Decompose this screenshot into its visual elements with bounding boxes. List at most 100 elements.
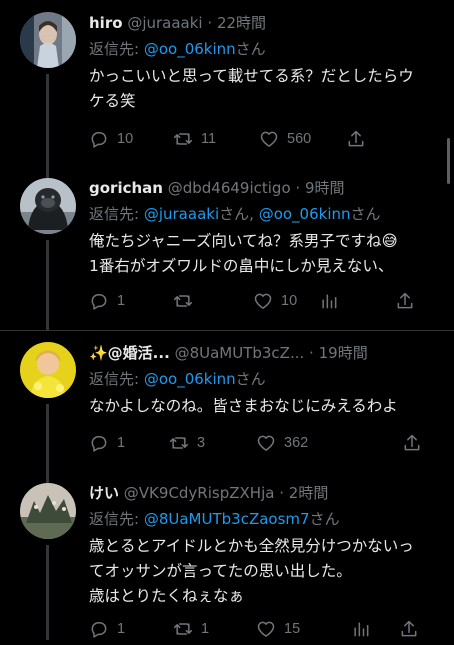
reply-prefix: 返信先:: [89, 40, 140, 58]
separator-dot: ·: [309, 344, 314, 362]
tweet-text-line: ケる笑: [89, 92, 136, 110]
share-icon: [397, 292, 413, 309]
tweet-actions: 1 10: [89, 291, 434, 317]
user-handle[interactable]: @juraaaki: [127, 14, 202, 32]
like-button[interactable]: 362: [256, 433, 308, 453]
like-icon: [260, 131, 278, 147]
retweet-button[interactable]: 11: [173, 129, 216, 149]
reply-suffix: さん: [309, 510, 340, 528]
reply-icon: [91, 294, 107, 310]
reply-suffix: さん: [350, 205, 381, 223]
timestamp[interactable]: 19時間: [319, 344, 368, 362]
reply-context: 返信先: @oo_06kinnさん: [89, 368, 442, 390]
user-handle[interactable]: @8UaMUTb3cZ...: [175, 344, 305, 362]
analytics-icon: [354, 622, 369, 637]
avatar-kei[interactable]: [20, 483, 76, 539]
tweet-hiro[interactable]: hiro @juraaaki · 22時間 返信先: @oo_06kinnさん …: [0, 0, 454, 168]
scrollbar-thumb[interactable]: [447, 138, 450, 184]
tweet-text: なかよしなのね。皆さまおなじにみえるわよ: [89, 394, 442, 419]
analytics-icon: [322, 294, 337, 309]
mention-link[interactable]: @oo_06kinn: [144, 40, 236, 58]
retweet-button[interactable]: [173, 291, 201, 311]
tweet-text-line: てオッサンが言ってたの思い出した。: [89, 562, 352, 580]
thread-line: [46, 240, 49, 330]
mention-link[interactable]: @8UaMUTb3cZaosm7: [144, 510, 310, 528]
separator-dot: ·: [279, 484, 284, 502]
mention-link[interactable]: @juraaaki: [144, 205, 219, 223]
separator-dot: ·: [295, 179, 301, 197]
retweet-count: 1: [201, 621, 210, 637]
tweet-header: hiro @juraaaki · 22時間: [89, 12, 442, 34]
display-name[interactable]: ✨@婚活...: [89, 344, 170, 362]
reply-button[interactable]: 1: [89, 433, 125, 453]
reply-count: 10: [117, 131, 134, 147]
tweet-text-line: かっこいいと思って載せてる系？だとしたらウ: [89, 67, 414, 85]
share-button[interactable]: [402, 433, 430, 453]
reply-prefix: 返信先:: [89, 205, 140, 223]
thread-line: [46, 404, 49, 475]
tweet-actions: 10 11 560: [89, 129, 434, 155]
tweet-text-line: 歳はとりたくねぇなぁ: [89, 587, 245, 605]
display-name[interactable]: hiro: [89, 14, 123, 32]
tweet-gorichan[interactable]: gorichan @dbd4649ictigo · 9時間 返信先: @jura…: [0, 168, 454, 330]
tweet-text: 俺たちジャニーズ向いてね？系男子ですね😅 1番右がオズワルドの畠中にしか見えない…: [89, 229, 442, 279]
like-count: 15: [284, 621, 301, 637]
like-count: 10: [281, 293, 298, 309]
retweet-icon: [169, 437, 189, 449]
avatar-konkatsu[interactable]: [20, 342, 76, 398]
tweet-text: 歳とるとアイドルとかも全然見分けつかないっ てオッサンが言ってたの思い出した。 …: [89, 534, 442, 609]
reply-count: 1: [117, 435, 126, 451]
tweet-text-line: 俺たちジャニーズ向いてね？系男子ですね😅: [89, 232, 398, 250]
tweet-actions: 1 1 15: [89, 619, 434, 645]
reply-button[interactable]: 1: [89, 619, 125, 639]
reply-context: 返信先: @juraaakiさん, @oo_06kinnさん: [89, 205, 381, 223]
display-name[interactable]: gorichan: [89, 179, 163, 197]
mention-link[interactable]: @oo_06kinn: [259, 205, 351, 223]
tweet-header: gorichan @dbd4649ictigo · 9時間: [89, 177, 442, 199]
retweet-button[interactable]: 3: [169, 433, 205, 453]
tweet-text-line: なかよしなのね。皆さまおなじにみえるわよ: [89, 397, 398, 415]
display-name[interactable]: けい: [89, 484, 119, 502]
reply-count: 1: [117, 621, 126, 637]
timestamp[interactable]: 2時間: [289, 484, 329, 502]
tweet-actions: 1 3 362: [89, 433, 434, 459]
retweet-count: 3: [197, 435, 206, 451]
tweet-header: ✨@婚活... @8UaMUTb3cZ... · 19時間: [89, 342, 442, 364]
thread-line: [46, 168, 49, 178]
share-button[interactable]: [395, 291, 423, 311]
avatar-hiro[interactable]: [20, 12, 76, 68]
tweet-kei[interactable]: けい @VK9CdyRispZXHja · 2時間 返信先: @8UaMUTb3…: [0, 475, 454, 640]
like-button[interactable]: 10: [253, 291, 297, 311]
user-handle[interactable]: @VK9CdyRispZXHja: [124, 484, 275, 502]
share-button[interactable]: [346, 129, 374, 149]
retweet-icon: [173, 295, 193, 307]
tweet-text-line: 歳とるとアイドルとかも全然見分けつかないっ: [89, 537, 414, 555]
timestamp[interactable]: 9時間: [305, 179, 345, 197]
separator-dot: ·: [207, 14, 213, 32]
retweet-count: 11: [201, 131, 217, 147]
reply-icon: [91, 622, 107, 638]
tweet-header: けい @VK9CdyRispZXHja · 2時間: [89, 482, 442, 504]
share-button[interactable]: [399, 619, 427, 639]
user-handle[interactable]: @dbd4649ictigo: [168, 179, 291, 197]
analytics-button[interactable]: [319, 291, 347, 311]
timestamp[interactable]: 22時間: [217, 14, 266, 32]
like-count: 362: [284, 435, 309, 451]
reply-button[interactable]: 10: [89, 129, 133, 149]
analytics-button[interactable]: [351, 619, 379, 639]
reply-count: 1: [117, 293, 126, 309]
reply-button[interactable]: 1: [89, 291, 125, 311]
reply-suffix: さん: [235, 40, 266, 58]
tweet-konkatsu[interactable]: ✨@婚活... @8UaMUTb3cZ... · 19時間 返信先: @oo_0…: [0, 331, 454, 475]
like-button[interactable]: 560: [259, 129, 311, 149]
like-button[interactable]: 15: [256, 619, 300, 639]
tweet-text-line: 1番右がオズワルドの畠中にしか見えない、: [89, 257, 394, 275]
mention-link[interactable]: @oo_06kinn: [144, 370, 236, 388]
avatar-gorichan[interactable]: [20, 178, 76, 234]
reply-prefix: 返信先:: [89, 370, 140, 388]
tweet-text: かっこいいと思って載せてる系？だとしたらウ ケる笑: [89, 64, 442, 114]
reply-icon: [91, 132, 107, 148]
reply-context: 返信先: @8UaMUTb3cZaosm7さん: [89, 508, 442, 530]
retweet-button[interactable]: 1: [173, 619, 209, 639]
like-icon: [254, 293, 272, 309]
